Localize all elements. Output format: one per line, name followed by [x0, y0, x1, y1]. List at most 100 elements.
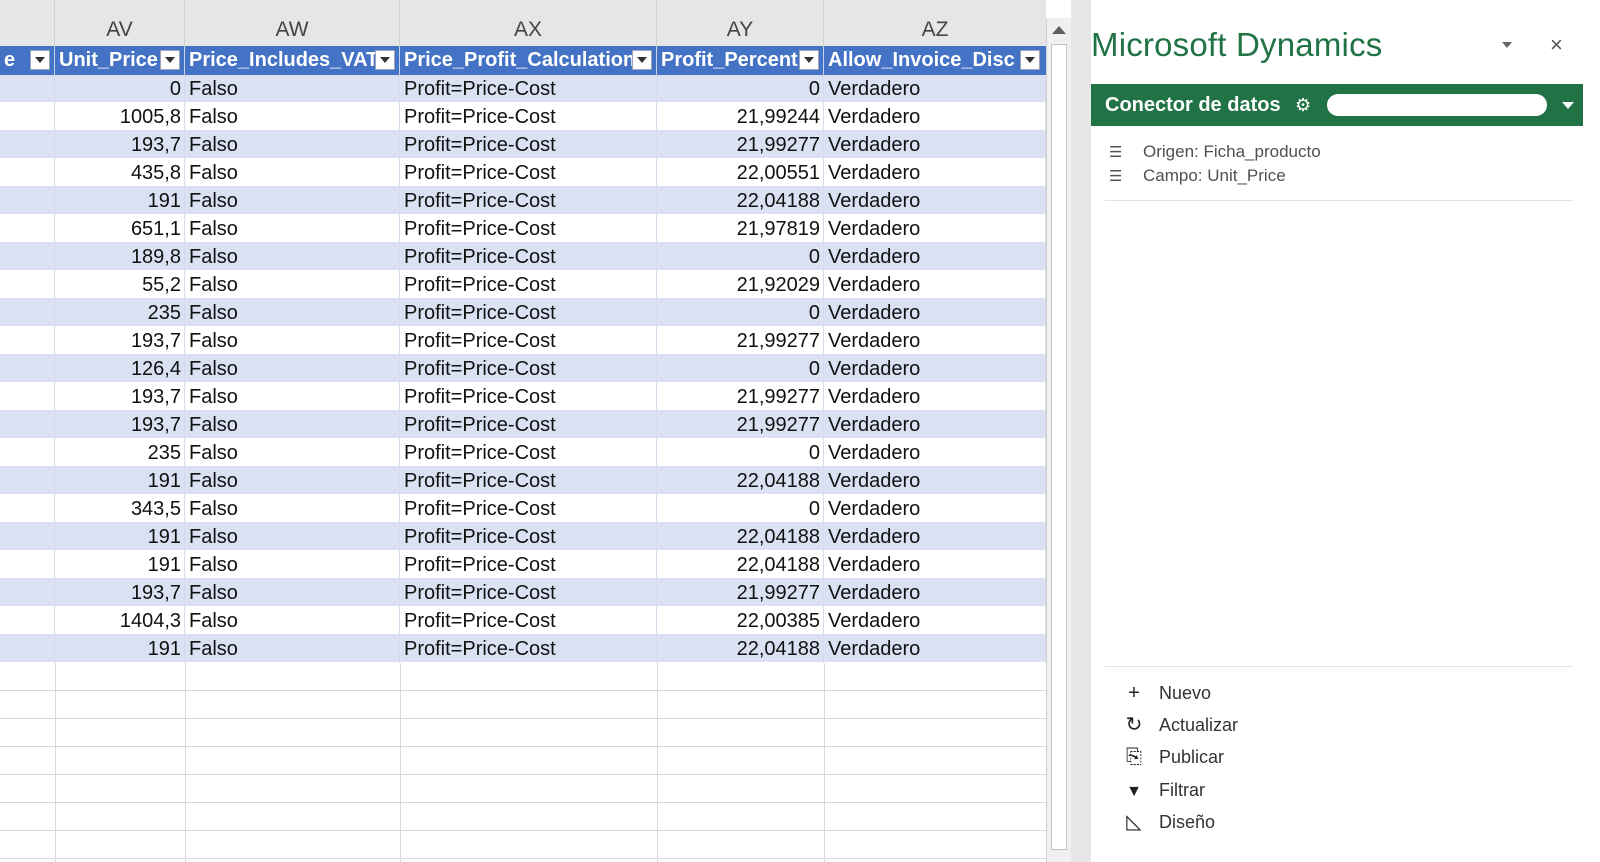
empty-row[interactable]	[0, 747, 1046, 775]
table-cell[interactable]: Verdadero	[824, 523, 1046, 551]
table-cell[interactable]: Verdadero	[824, 159, 1046, 187]
table-cell[interactable]: Profit=Price-Cost	[400, 635, 657, 663]
empty-row[interactable]	[0, 831, 1046, 859]
table-cell[interactable]: 22,04188	[657, 635, 824, 663]
table-cell[interactable]: Falso	[185, 383, 400, 411]
table-cell[interactable]: Verdadero	[824, 551, 1046, 579]
column-header-ax[interactable]: AX	[400, 0, 657, 46]
table-cell[interactable]	[0, 467, 55, 495]
table-cell[interactable]: Profit=Price-Cost	[400, 495, 657, 523]
vertical-scrollbar[interactable]	[1046, 18, 1071, 862]
scroll-thumb[interactable]	[1051, 44, 1067, 850]
table-cell[interactable]	[0, 159, 55, 187]
table-cell[interactable]	[0, 271, 55, 299]
table-cell[interactable]	[0, 523, 55, 551]
table-cell[interactable]: Profit=Price-Cost	[400, 411, 657, 439]
table-cell[interactable]	[0, 579, 55, 607]
table-cell[interactable]: Profit=Price-Cost	[400, 579, 657, 607]
table-cell[interactable]: Profit=Price-Cost	[400, 523, 657, 551]
table-cell[interactable]	[0, 327, 55, 355]
table-cell[interactable]	[0, 187, 55, 215]
table-cell[interactable]: Profit=Price-Cost	[400, 103, 657, 131]
table-cell[interactable]: Profit=Price-Cost	[400, 243, 657, 271]
table-cell[interactable]: 0	[657, 299, 824, 327]
table-cell[interactable]: Profit=Price-Cost	[400, 131, 657, 159]
table-cell[interactable]: 1005,8	[55, 103, 185, 131]
table-cell[interactable]: 55,2	[55, 271, 185, 299]
table-cell[interactable]: 21,92029	[657, 271, 824, 299]
empty-row[interactable]	[0, 803, 1046, 831]
table-cell[interactable]: 191	[55, 551, 185, 579]
table-cell[interactable]: 191	[55, 635, 185, 663]
filter-dropdown-icon[interactable]	[799, 50, 819, 70]
new-button[interactable]: + Nuevo	[1121, 679, 1211, 707]
table-cell[interactable]: Verdadero	[824, 187, 1046, 215]
filter-dropdown-icon[interactable]	[160, 50, 180, 70]
chevron-down-icon[interactable]	[1502, 42, 1512, 48]
column-header-aw[interactable]: AW	[185, 0, 400, 46]
scroll-up-icon[interactable]	[1052, 26, 1066, 34]
column-header-au[interactable]	[0, 0, 55, 46]
filter-dropdown-icon[interactable]	[375, 50, 395, 70]
table-cell[interactable]: Profit=Price-Cost	[400, 299, 657, 327]
column-header-av[interactable]: AV	[55, 0, 185, 46]
table-cell[interactable]: 22,04188	[657, 467, 824, 495]
table-cell[interactable]: Profit=Price-Cost	[400, 383, 657, 411]
table-cell[interactable]: 0	[657, 243, 824, 271]
table-cell[interactable]: Verdadero	[824, 411, 1046, 439]
table-cell[interactable]: 235	[55, 439, 185, 467]
table-cell[interactable]: 0	[657, 355, 824, 383]
table-cell[interactable]: 21,99244	[657, 103, 824, 131]
table-cell[interactable]: 651,1	[55, 215, 185, 243]
table-cell[interactable]: Profit=Price-Cost	[400, 551, 657, 579]
table-cell[interactable]: Falso	[185, 159, 400, 187]
table-cell[interactable]	[0, 299, 55, 327]
filter-button[interactable]: ▼ Filtrar	[1121, 776, 1205, 804]
table-cell[interactable]: Falso	[185, 187, 400, 215]
table-cell[interactable]: 22,04188	[657, 523, 824, 551]
table-cell[interactable]: Falso	[185, 355, 400, 383]
table-cell[interactable]: Verdadero	[824, 131, 1046, 159]
table-cell[interactable]: Falso	[185, 243, 400, 271]
table-cell[interactable]: 22,04188	[657, 551, 824, 579]
table-cell[interactable]: Verdadero	[824, 579, 1046, 607]
table-header-cell[interactable]: Allow_Invoice_Disc	[824, 46, 1046, 75]
table-cell[interactable]	[0, 635, 55, 663]
table-cell[interactable]: Falso	[185, 103, 400, 131]
table-cell[interactable]: 22,00385	[657, 607, 824, 635]
table-cell[interactable]: Profit=Price-Cost	[400, 159, 657, 187]
table-cell[interactable]: Verdadero	[824, 75, 1046, 103]
table-cell[interactable]: 22,04188	[657, 187, 824, 215]
table-header-cell[interactable]: Unit_Price	[55, 46, 185, 75]
column-header-az[interactable]: AZ	[824, 0, 1046, 46]
table-cell[interactable]: 21,99277	[657, 411, 824, 439]
table-cell[interactable]: 193,7	[55, 579, 185, 607]
table-cell[interactable]: Verdadero	[824, 103, 1046, 131]
table-cell[interactable]	[0, 607, 55, 635]
table-cell[interactable]: Verdadero	[824, 495, 1046, 523]
table-cell[interactable]: Falso	[185, 131, 400, 159]
table-cell[interactable]: Verdadero	[824, 467, 1046, 495]
table-cell[interactable]	[0, 131, 55, 159]
table-cell[interactable]: 21,99277	[657, 327, 824, 355]
table-cell[interactable]: Profit=Price-Cost	[400, 271, 657, 299]
table-cell[interactable]: Falso	[185, 299, 400, 327]
table-cell[interactable]	[0, 103, 55, 131]
table-cell[interactable]: Verdadero	[824, 215, 1046, 243]
close-icon[interactable]: ×	[1550, 34, 1563, 56]
table-cell[interactable]: Verdadero	[824, 355, 1046, 383]
column-header-ay[interactable]: AY	[657, 0, 824, 46]
table-cell[interactable]: 343,5	[55, 495, 185, 523]
connector-bar[interactable]: Conector de datos ⚙	[1091, 84, 1583, 126]
table-header-cell[interactable]: Price_Profit_Calculation	[400, 46, 657, 75]
table-cell[interactable]	[0, 411, 55, 439]
table-cell[interactable]: Falso	[185, 523, 400, 551]
table-cell[interactable]: Verdadero	[824, 607, 1046, 635]
table-cell[interactable]: 126,4	[55, 355, 185, 383]
table-cell[interactable]: Profit=Price-Cost	[400, 439, 657, 467]
filter-dropdown-icon[interactable]	[30, 50, 50, 70]
table-cell[interactable]	[0, 75, 55, 103]
table-cell[interactable]: Falso	[185, 467, 400, 495]
empty-row[interactable]	[0, 719, 1046, 747]
table-cell[interactable]: Verdadero	[824, 271, 1046, 299]
